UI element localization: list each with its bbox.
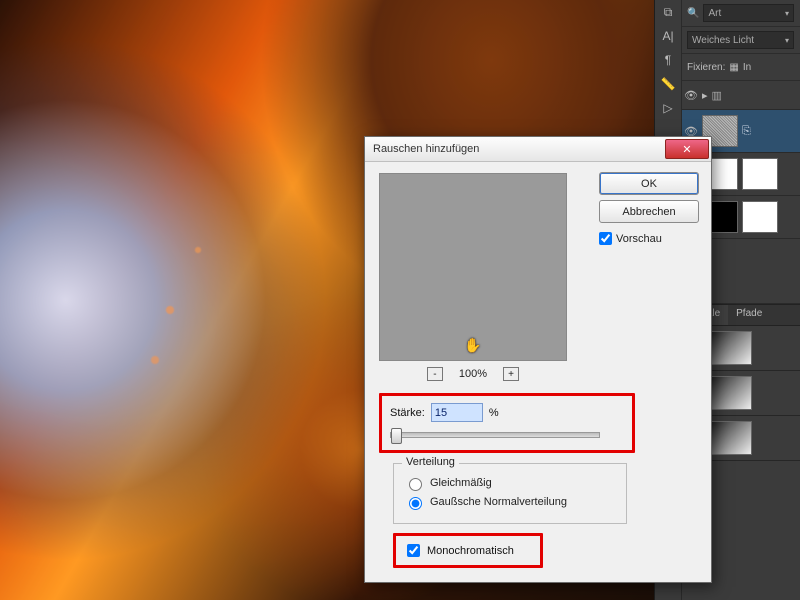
dialog-titlebar[interactable]: Rauschen hinzufügen ✕ [365, 137, 711, 162]
zoom-out-button[interactable]: - [427, 367, 443, 381]
preview-checkbox[interactable]: Vorschau [599, 232, 699, 245]
layer-row[interactable]: 👁 ▸ ▥ [681, 81, 800, 110]
zoom-value: 100% [459, 368, 487, 380]
lock-row: Fixieren: ▦ In [681, 54, 800, 81]
close-icon: ✕ [682, 143, 691, 156]
dialog-title: Rauschen hinzufügen [373, 143, 479, 155]
add-noise-dialog: Rauschen hinzufügen ✕ ✋ - 100% + OK Abbr… [364, 136, 712, 583]
blend-mode-dropdown[interactable]: Weiches Licht ▾ [687, 31, 794, 49]
amount-slider[interactable] [390, 432, 600, 438]
blend-kind-label: Art [708, 8, 721, 19]
gaussian-radio-input[interactable] [409, 497, 422, 510]
preview-checkbox-input[interactable] [599, 232, 612, 245]
zoom-in-button[interactable]: + [503, 367, 519, 381]
link-icon[interactable]: ⎘ [742, 125, 751, 138]
slider-knob[interactable] [391, 428, 402, 444]
zoom-controls: - 100% + [379, 367, 567, 381]
layer-mask-thumbnail[interactable] [742, 201, 778, 233]
lock-extra: In [743, 62, 751, 73]
ok-button[interactable]: OK [599, 172, 699, 195]
ruler-icon[interactable]: 📏 [655, 72, 681, 96]
paragraph-icon[interactable]: ¶ [655, 48, 681, 72]
hand-icon: ✋ [464, 337, 481, 354]
monochromatic-checkbox[interactable]: Monochromatisch [393, 533, 543, 568]
blend-kind-dropdown[interactable]: Art ▾ [703, 4, 794, 22]
gaussian-radio[interactable]: Gaußsche Normalverteilung [404, 494, 616, 510]
distribution-fieldset: Verteilung Gleichmäßig Gaußsche Normalve… [393, 463, 627, 524]
noise-preview[interactable]: ✋ [379, 173, 567, 361]
lock-label: Fixieren: [687, 62, 725, 73]
visibility-icon[interactable]: 👁 [684, 89, 698, 102]
uniform-radio-input[interactable] [409, 478, 422, 491]
layer-mask-thumbnail[interactable] [742, 158, 778, 190]
folder-icon: ▥ [712, 89, 722, 102]
distribution-legend: Verteilung [402, 456, 459, 468]
history-icon[interactable]: ⧉ [655, 0, 681, 24]
opacity-row: 🔍 Art ▾ [681, 0, 800, 27]
play-icon[interactable]: ▷ [655, 96, 681, 120]
amount-label: Stärke: [390, 407, 425, 419]
tab-paths[interactable]: Pfade [728, 305, 770, 325]
uniform-radio-label: Gleichmäßig [430, 477, 492, 489]
magnifier-icon[interactable]: 🔍 [687, 8, 699, 19]
gaussian-radio-label: Gaußsche Normalverteilung [430, 496, 567, 508]
close-button[interactable]: ✕ [665, 139, 709, 159]
chevron-down-icon: ▾ [785, 9, 789, 18]
character-icon[interactable]: A| [655, 24, 681, 48]
preview-checkbox-label: Vorschau [616, 233, 662, 245]
amount-group: Stärke: % [379, 393, 635, 453]
chevron-down-icon: ▾ [785, 36, 789, 45]
group-toggle-icon[interactable]: ▸ [702, 89, 708, 102]
blend-mode-value: Weiches Licht [692, 35, 754, 46]
cancel-button[interactable]: Abbrechen [599, 200, 699, 223]
amount-unit: % [489, 407, 499, 419]
uniform-radio[interactable]: Gleichmäßig [404, 475, 616, 491]
lock-transparent-icon[interactable]: ▦ [729, 62, 738, 73]
monochromatic-label: Monochromatisch [427, 545, 514, 557]
monochromatic-checkbox-input[interactable] [407, 544, 420, 557]
blend-mode-row: Weiches Licht ▾ [681, 27, 800, 54]
amount-input[interactable] [431, 403, 483, 422]
